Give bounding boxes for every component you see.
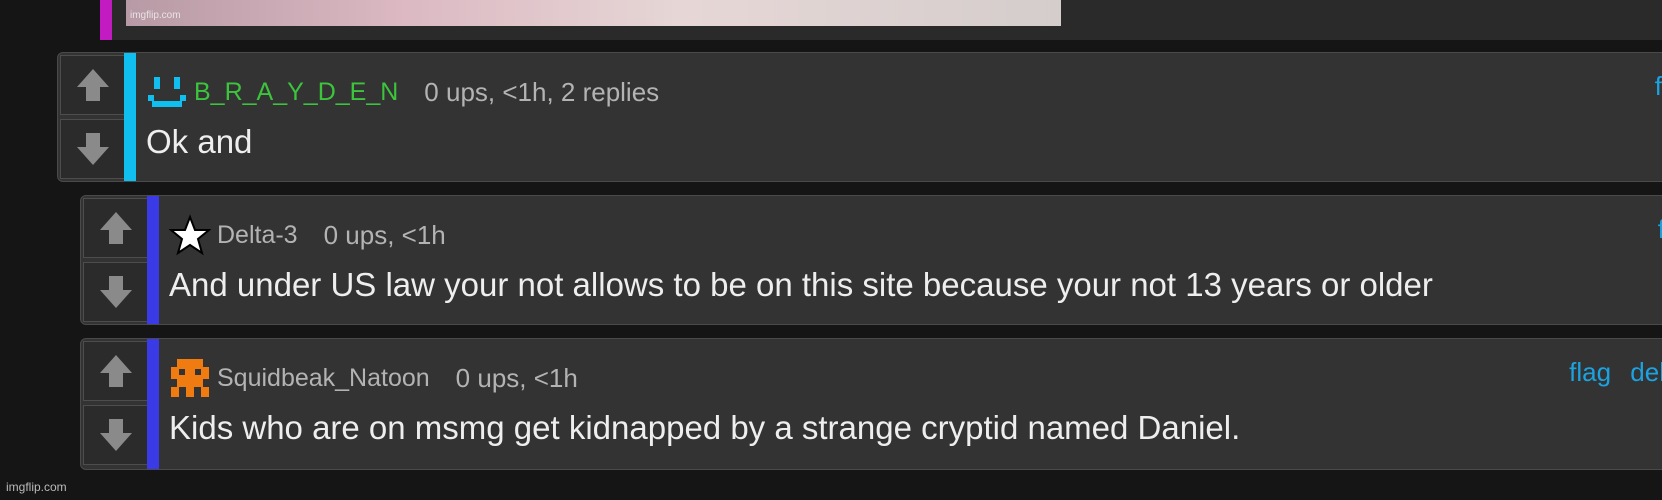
username-link[interactable]: B_R_A_Y_D_E_N — [194, 78, 398, 107]
star-icon[interactable] — [169, 214, 211, 256]
comment-accent-bar — [147, 196, 159, 324]
previous-comment-image-strip: imgflip.com — [100, 0, 1662, 40]
downvote-button[interactable] — [60, 119, 126, 179]
vote-controls — [81, 339, 151, 469]
username-link[interactable]: Squidbeak_Natoon — [217, 364, 430, 393]
vote-controls — [58, 53, 128, 181]
comment-meta: 0 ups, <1h, 2 replies — [424, 76, 660, 107]
comment-accent-bar — [124, 53, 136, 181]
smiley-face-icon[interactable] — [146, 71, 188, 113]
username-link[interactable]: Delta-3 — [217, 221, 298, 250]
comment-accent-bar — [147, 339, 159, 469]
arrow-down-icon — [100, 419, 132, 451]
upvote-button[interactable] — [83, 341, 149, 401]
upvote-button[interactable] — [60, 55, 126, 115]
comment: Delta-3 0 ups, <1h And under US law your… — [80, 195, 1662, 325]
comment-text: Kids who are on msmg get kidnapped by a … — [169, 409, 1241, 446]
comment-meta: 0 ups, <1h — [455, 362, 578, 393]
vote-controls — [81, 196, 151, 324]
comment-actions: f — [1646, 214, 1662, 245]
comment-meta: 0 ups, <1h — [323, 219, 446, 250]
arrow-up-icon — [77, 69, 109, 101]
downvote-button[interactable] — [83, 262, 149, 322]
delete-link[interactable]: del — [1630, 357, 1662, 387]
arrow-down-icon — [100, 276, 132, 308]
comment: B_R_A_Y_D_E_N 0 ups, <1h, 2 replies Ok a… — [57, 52, 1662, 182]
flag-link[interactable]: f — [1658, 214, 1662, 244]
comment-actions: flag del — [1557, 357, 1662, 388]
downvote-button[interactable] — [83, 405, 149, 465]
image-watermark: imgflip.com — [130, 10, 181, 21]
comment-text: Ok and — [146, 123, 253, 160]
comment-actions: f — [1643, 71, 1662, 102]
corner-watermark: imgflip.com — [6, 480, 67, 494]
comment: Squidbeak_Natoon 0 ups, <1h Kids who are… — [80, 338, 1662, 470]
arrow-down-icon — [77, 133, 109, 165]
flag-link[interactable]: f — [1655, 71, 1662, 101]
comment-accent-bar — [100, 0, 112, 40]
meme-image[interactable]: imgflip.com — [126, 0, 1061, 26]
comment-text: And under US law your not allows to be o… — [169, 266, 1433, 303]
arrow-up-icon — [100, 212, 132, 244]
flag-link[interactable]: flag — [1569, 357, 1611, 387]
pixel-squid-icon[interactable] — [169, 357, 211, 399]
arrow-up-icon — [100, 355, 132, 387]
upvote-button[interactable] — [83, 198, 149, 258]
